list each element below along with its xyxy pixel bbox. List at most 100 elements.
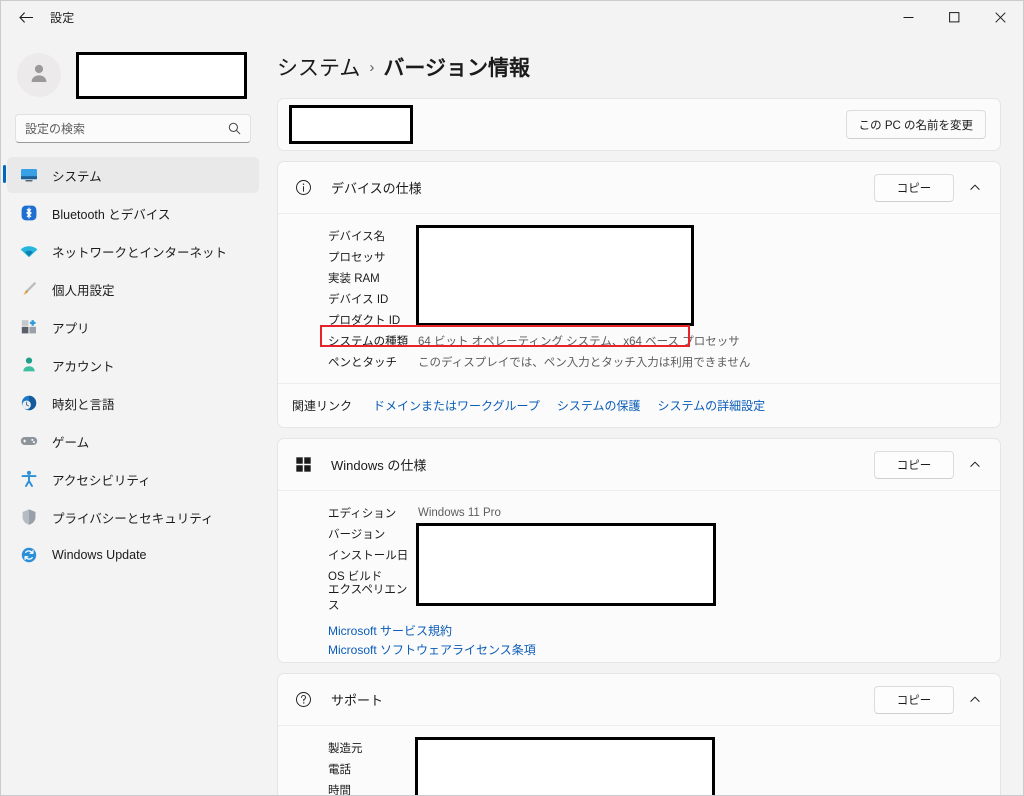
sidebar-item-personalization[interactable]: 個人用設定: [7, 271, 259, 307]
sidebar-item-label: システム: [52, 169, 102, 184]
windows-spec-values-redaction: [416, 523, 716, 606]
sidebar-item-label: アクセシビリティ: [52, 473, 151, 488]
breadcrumb-parent[interactable]: システム: [277, 52, 360, 82]
clock-globe-icon: [19, 393, 39, 413]
person-avatar-icon: [27, 61, 51, 90]
rename-pc-button[interactable]: この PC の名前を変更: [845, 110, 986, 139]
account-name-redaction: [76, 51, 247, 99]
settings-window: 設定 設定の検索 システム Bluetooth とデバイス ネットワークとインタ…: [0, 0, 1024, 796]
link-microsoft-services-agreement[interactable]: Microsoft サービス規約: [328, 622, 1000, 641]
page-title: バージョン情報: [383, 57, 530, 80]
sidebar-item-system[interactable]: システム: [3, 157, 259, 193]
sidebar-item-gaming[interactable]: ゲーム: [7, 423, 259, 459]
spec-label: プロダクト ID: [328, 314, 401, 327]
device-spec-values-redaction: [416, 225, 694, 326]
support-card: サポート コピー 製造元 電話 時間: [277, 673, 1001, 796]
chevron-up-icon[interactable]: [960, 450, 990, 480]
chevron-up-icon[interactable]: [960, 173, 990, 203]
spec-row-system-type: システムの種類 64 ビット オペレーティング システム、x64 ベース プロセ…: [328, 330, 1000, 351]
close-icon: [994, 12, 1006, 23]
sidebar-item-accounts[interactable]: アカウント: [7, 347, 259, 383]
windows-spec-body: エディション Windows 11 Pro バージョン インストール日 OS ビ…: [278, 491, 1000, 618]
sidebar-item-label: プライバシーとセキュリティ: [52, 511, 214, 526]
windows-spec-header: Windows の仕様 コピー: [278, 439, 1000, 491]
bluetooth-icon: [19, 203, 39, 223]
related-links-row: 関連リンク ドメインまたはワークグループ システムの保護 システムの詳細設定: [278, 383, 1000, 427]
spec-label: デバイス名: [328, 230, 386, 243]
sidebar-item-label: 個人用設定: [52, 283, 115, 298]
spec-label: 電話: [328, 763, 351, 776]
spec-row: ペンとタッチ このディスプレイでは、ペン入力とタッチ入力は利用できません: [328, 351, 1000, 372]
spec-label: プロセッサ: [328, 251, 386, 264]
maximize-icon: [948, 12, 960, 23]
pc-name-redaction: [289, 105, 413, 144]
sidebar-nav: システム Bluetooth とデバイス ネットワークとインターネット 個人用設…: [1, 157, 265, 573]
link-domain-workgroup[interactable]: ドメインまたはワークグループ: [373, 397, 540, 414]
windows-spec-title: Windows の仕様: [331, 458, 427, 473]
spec-label: 製造元: [328, 742, 363, 755]
related-links-label: 関連リンク: [292, 399, 353, 413]
monitor-icon: [19, 165, 39, 185]
apps-icon: [19, 317, 39, 337]
device-spec-copy-button[interactable]: コピー: [874, 173, 954, 202]
sidebar-item-time-language[interactable]: 時刻と言語: [7, 385, 259, 421]
search-icon: [228, 122, 241, 135]
windows-spec-copy-button[interactable]: コピー: [874, 450, 954, 479]
spec-label: 実装 RAM: [328, 272, 380, 285]
sidebar-item-label: 時刻と言語: [52, 397, 115, 412]
sidebar-item-label: アプリ: [52, 321, 90, 336]
sidebar-item-label: ゲーム: [52, 435, 90, 450]
back-button[interactable]: [9, 3, 43, 33]
spec-label: 時間: [328, 784, 351, 796]
maximize-button[interactable]: [931, 1, 977, 34]
update-refresh-icon: [19, 545, 39, 565]
sidebar-item-privacy-security[interactable]: プライバシーとセキュリティ: [7, 499, 259, 535]
link-system-protection[interactable]: システムの保護: [557, 397, 641, 414]
chevron-up-icon[interactable]: [960, 685, 990, 715]
app-title: 設定: [50, 11, 75, 25]
link-microsoft-software-license-terms[interactable]: Microsoft ソフトウェアライセンス条項: [328, 641, 1000, 660]
paintbrush-icon: [19, 279, 39, 299]
search-input[interactable]: [25, 121, 228, 136]
close-button[interactable]: [977, 1, 1023, 34]
spec-label: バージョン: [328, 528, 386, 541]
sidebar-item-network[interactable]: ネットワークとインターネット: [7, 233, 259, 269]
sidebar-item-bluetooth[interactable]: Bluetooth とデバイス: [7, 195, 259, 231]
sidebar-item-windows-update[interactable]: Windows Update: [7, 537, 259, 573]
link-advanced-system-settings[interactable]: システムの詳細設定: [657, 397, 765, 414]
spec-value: Windows 11 Pro: [418, 506, 501, 519]
support-values-redaction: [415, 737, 715, 795]
shield-icon: [19, 507, 39, 527]
spec-value: 64 ビット オペレーティング システム、x64 ベース プロセッサ: [418, 335, 740, 348]
wifi-icon: [19, 241, 39, 261]
avatar: [17, 53, 61, 97]
search-box[interactable]: [15, 114, 251, 143]
device-spec-header: デバイスの仕様 コピー: [278, 162, 1000, 214]
title-bar: 設定: [1, 1, 1023, 34]
sidebar-item-label: アカウント: [52, 359, 115, 374]
gamepad-icon: [19, 431, 39, 451]
breadcrumb-separator-icon: ›: [369, 58, 375, 76]
spec-label: ペンとタッチ: [328, 356, 397, 369]
spec-row: エディション Windows 11 Pro: [328, 502, 1000, 523]
breadcrumb: システム › バージョン情報: [277, 52, 1023, 82]
device-spec-card: デバイスの仕様 コピー デバイス名 プロセッサ 実装 RAM デバイス ID プ…: [277, 161, 1001, 428]
sidebar-item-label: ネットワークとインターネット: [52, 245, 228, 260]
minimize-button[interactable]: [885, 1, 931, 34]
spec-label: システムの種類: [328, 335, 409, 348]
windows-logo-icon: [292, 454, 314, 476]
spec-value: このディスプレイでは、ペン入力とタッチ入力は利用できません: [418, 356, 751, 369]
sidebar-item-apps[interactable]: アプリ: [7, 309, 259, 345]
support-copy-button[interactable]: コピー: [874, 685, 954, 714]
pc-name-card: この PC の名前を変更: [277, 98, 1001, 151]
device-spec-title: デバイスの仕様: [331, 181, 422, 196]
windows-spec-links: Microsoft サービス規約 Microsoft ソフトウェアライセンス条項: [278, 618, 1000, 662]
minimize-icon: [903, 12, 914, 23]
support-title: サポート: [331, 693, 384, 708]
sidebar-item-label: Bluetooth とデバイス: [52, 207, 171, 222]
info-circle-icon: [292, 177, 314, 199]
account-header[interactable]: [1, 34, 265, 102]
main-content: システム › バージョン情報 この PC の名前を変更 デバイスの仕様 コピー: [265, 34, 1023, 796]
spec-label: デバイス ID: [328, 293, 389, 306]
sidebar-item-accessibility[interactable]: アクセシビリティ: [7, 461, 259, 497]
